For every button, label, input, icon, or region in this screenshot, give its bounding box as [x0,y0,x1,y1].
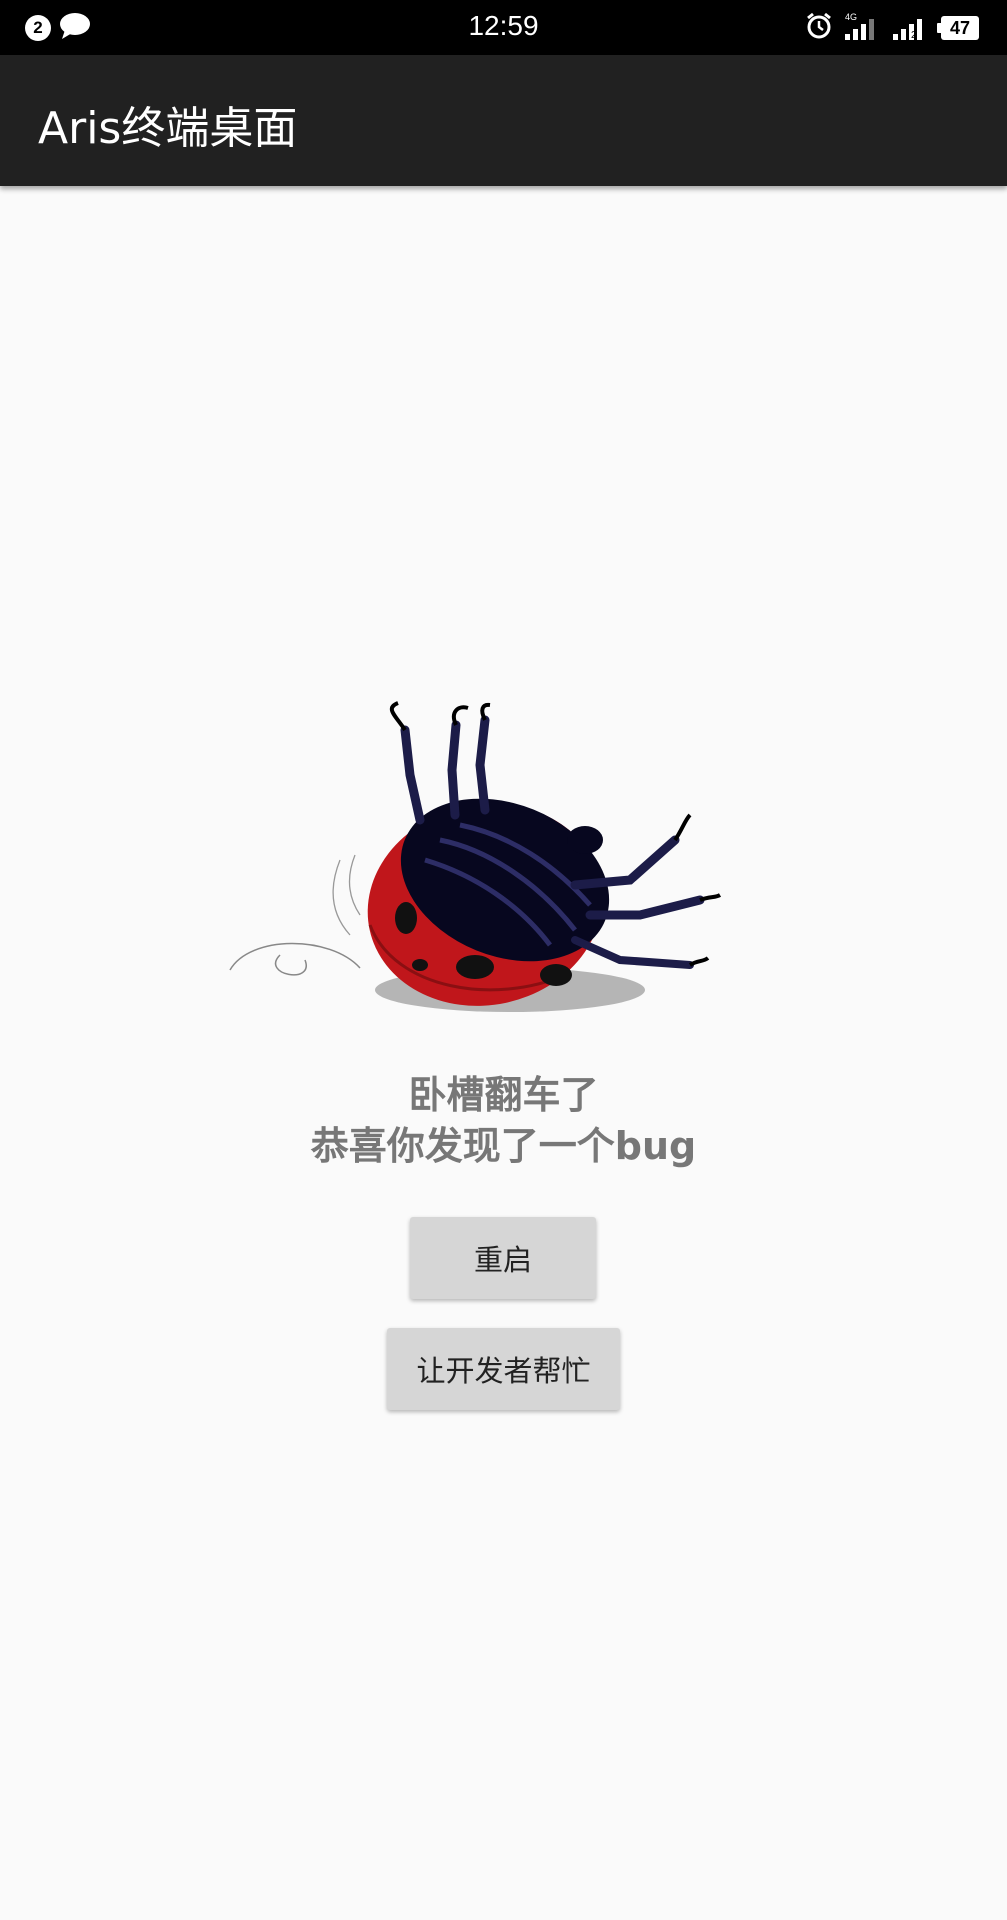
signal-sim2-icon: 2 [893,14,929,42]
battery-icon: 47 [937,16,979,40]
restart-button[interactable]: 重启 [410,1217,596,1299]
error-subtitle: 恭喜你发现了一个bug [310,1124,697,1168]
ask-developer-help-button[interactable]: 让开发者帮忙 [387,1328,620,1410]
app-bar: Aris终端桌面 [0,55,1007,186]
alarm-clock-icon [805,12,833,44]
status-bar-right: 4G 2 47 [805,12,979,44]
status-bar: 2 12:59 4G 2 47 [0,0,1007,55]
app-title: Aris终端桌面 [38,103,298,154]
signal-4g-icon: 4G [845,12,881,42]
flipped-ladybug-illustration [220,700,740,1020]
error-title: 卧槽翻车了 [408,1073,599,1117]
sim-number-label: 2 [911,30,917,41]
